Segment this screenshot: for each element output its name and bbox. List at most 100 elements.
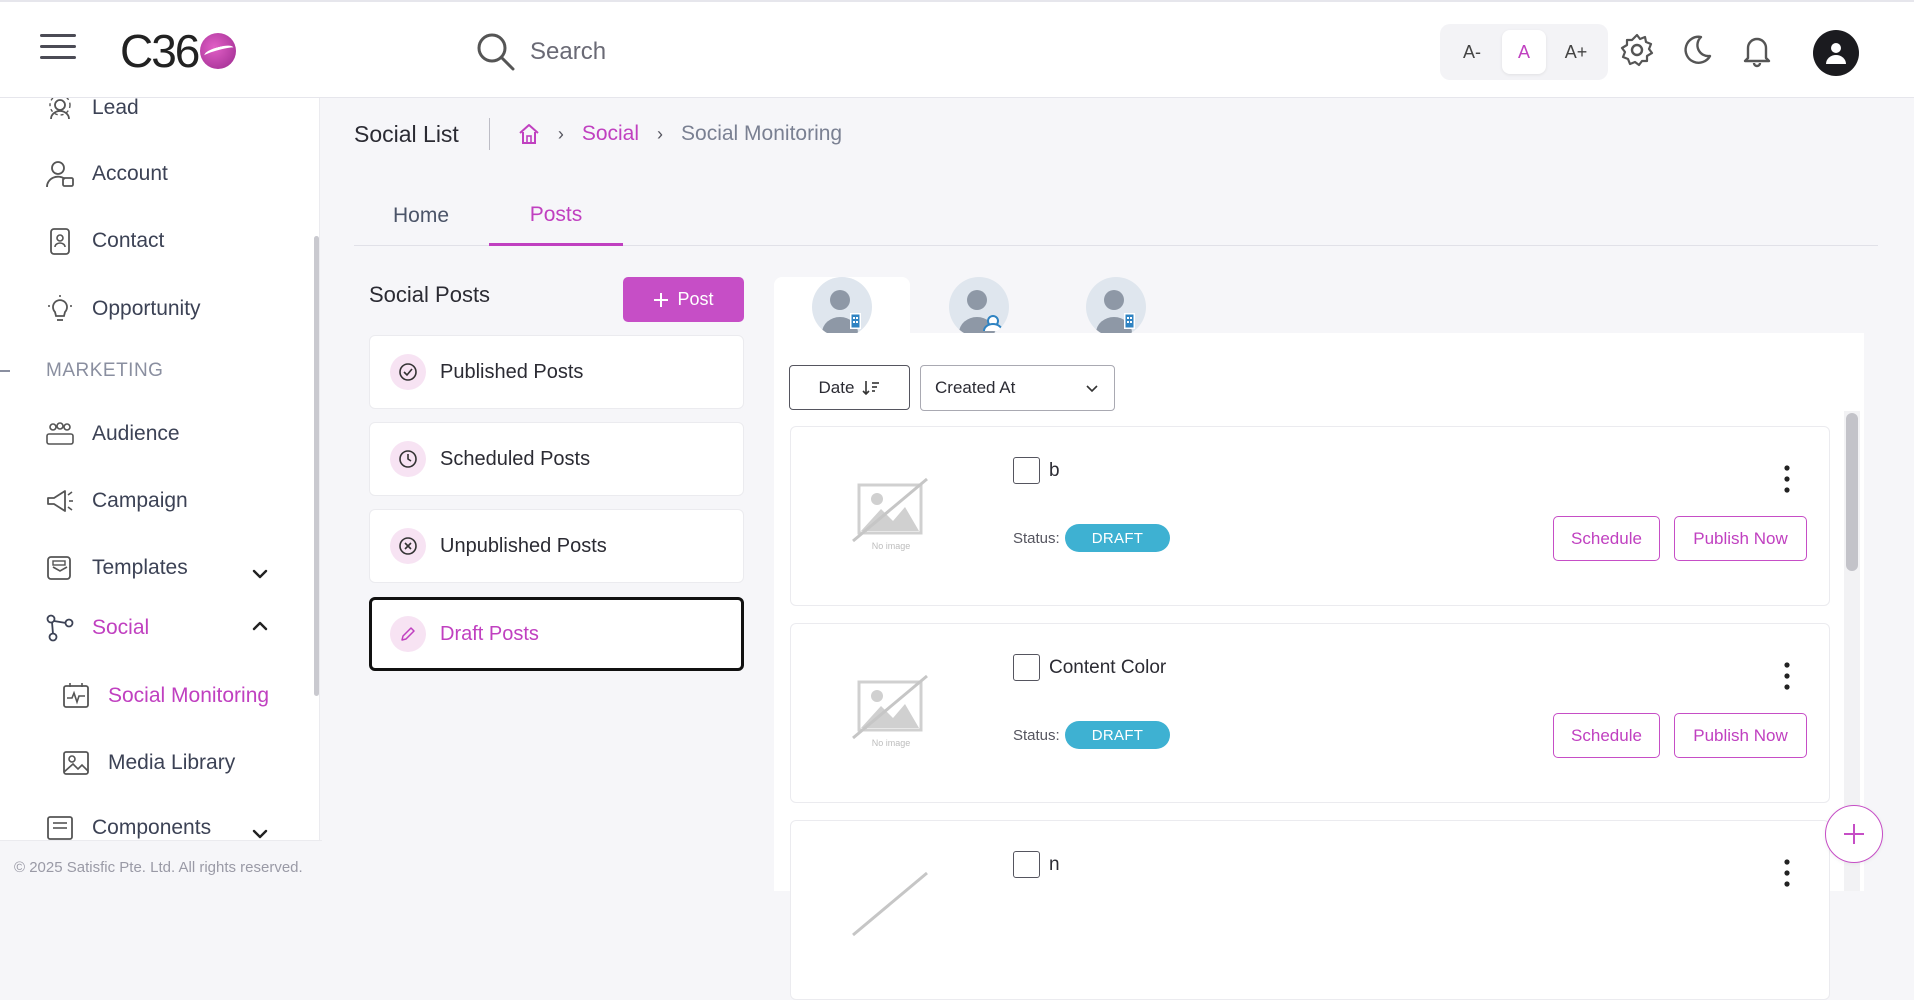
sort-desc-icon <box>862 380 880 395</box>
breadcrumb-current: Social Monitoring <box>681 122 843 145</box>
x-circle-icon <box>390 528 426 564</box>
sidebar-item-label: Lead <box>92 98 139 119</box>
sidebar-item-social[interactable]: Social <box>44 612 149 644</box>
chevron-up-icon[interactable] <box>250 616 270 636</box>
gear-icon[interactable] <box>1619 32 1655 68</box>
publish-now-button[interactable]: Publish Now <box>1674 516 1807 561</box>
sidebar-scrollbar[interactable] <box>314 236 319 696</box>
sidebar-item-label: Media Library <box>108 751 236 774</box>
category-label: Draft Posts <box>440 622 539 645</box>
breadcrumb-separator-icon: › <box>557 123 564 144</box>
plus-icon <box>1844 824 1864 844</box>
sidebar-item-label: Contact <box>92 229 165 252</box>
plus-icon <box>654 292 669 307</box>
status-badge: DRAFT <box>1065 524 1170 552</box>
category-published-posts[interactable]: Published Posts <box>369 335 744 409</box>
sidebar-item-audience[interactable]: Audience <box>44 418 180 450</box>
sidebar-item-contact[interactable]: Contact <box>44 225 164 257</box>
sidebar-item-label: Social <box>92 616 150 639</box>
sidebar-item-label: Components <box>92 816 212 839</box>
account-tab-3[interactable] <box>1048 277 1184 337</box>
post-title: Content Color <box>1049 657 1167 678</box>
chevron-down-icon[interactable] <box>250 564 270 584</box>
category-label: Unpublished Posts <box>440 534 607 557</box>
header-divider <box>488 118 490 150</box>
account-tab-2[interactable] <box>911 277 1047 337</box>
account-icon <box>44 158 76 190</box>
sidebar-item-lead[interactable]: Lead <box>44 98 139 124</box>
top-bar: C36 Search A- A A+ <box>0 0 1914 98</box>
search-input[interactable]: Search <box>530 38 606 66</box>
sort-date-button[interactable]: Date <box>789 365 910 410</box>
monitoring-icon <box>60 680 92 712</box>
font-default-button[interactable]: A <box>1502 30 1546 74</box>
social-posts-title: Social Posts <box>369 282 491 307</box>
publish-now-button[interactable]: Publish Now <box>1674 713 1807 758</box>
scrollbar-thumb[interactable] <box>1846 413 1858 571</box>
font-decrease-button[interactable]: A- <box>1450 30 1494 74</box>
category-scheduled-posts[interactable]: Scheduled Posts <box>369 422 744 496</box>
sort-field-select[interactable]: Created At <box>920 365 1115 411</box>
no-image-placeholder: No image <box>851 475 931 555</box>
add-post-button[interactable]: Post <box>623 277 744 322</box>
sort-field-value: Created At <box>935 378 1016 397</box>
personal-account-icon <box>949 277 1009 337</box>
post-card[interactable]: n <box>790 820 1830 1000</box>
sidebar-item-opportunity[interactable]: Opportunity <box>44 293 201 325</box>
post-title: n <box>1049 854 1060 875</box>
more-options-icon[interactable] <box>1781 857 1793 889</box>
logo-mark <box>200 33 237 69</box>
megaphone-icon <box>44 485 76 517</box>
sidebar-item-label: Audience <box>92 422 180 445</box>
section-divider <box>0 370 10 372</box>
moon-icon[interactable] <box>1679 32 1715 68</box>
post-card[interactable]: No image Content Color Status: DRAFT Sch… <box>790 623 1830 803</box>
more-options-icon[interactable] <box>1781 660 1793 692</box>
more-options-icon[interactable] <box>1781 463 1793 495</box>
tab-posts[interactable]: Posts <box>489 186 623 246</box>
lead-icon <box>44 98 76 124</box>
font-increase-button[interactable]: A+ <box>1554 30 1598 74</box>
sidebar-item-campaign[interactable]: Campaign <box>44 485 188 517</box>
breadcrumb-social[interactable]: Social <box>582 122 639 146</box>
font-size-control: A- A A+ <box>1440 24 1608 80</box>
section-caption-marketing: MARKETING <box>46 360 164 381</box>
page-title: Social List <box>354 120 459 147</box>
menu-icon[interactable] <box>40 34 76 64</box>
sidebar-item-templates[interactable]: Templates <box>44 552 188 584</box>
user-avatar[interactable] <box>1813 30 1859 76</box>
post-card[interactable]: No image b Status: DRAFT Schedule Publis… <box>790 426 1830 606</box>
breadcrumb-separator-icon: › <box>657 123 664 144</box>
schedule-button[interactable]: Schedule <box>1553 713 1660 758</box>
fab-add-button[interactable] <box>1825 805 1883 863</box>
company-account-icon <box>812 277 872 337</box>
category-draft-posts[interactable]: Draft Posts <box>369 597 744 671</box>
home-icon[interactable] <box>518 123 540 145</box>
post-checkbox[interactable] <box>1013 851 1040 878</box>
sidebar-item-account[interactable]: Account <box>44 158 168 190</box>
page-header: Social List › Social › Social Monitoring <box>354 118 842 150</box>
lightbulb-icon <box>44 293 76 325</box>
no-image-label: No image <box>872 738 911 748</box>
post-checkbox[interactable] <box>1013 457 1040 484</box>
category-label: Scheduled Posts <box>440 447 591 470</box>
logo[interactable]: C36 <box>120 24 237 78</box>
category-unpublished-posts[interactable]: Unpublished Posts <box>369 509 744 583</box>
no-image-placeholder <box>851 869 931 949</box>
image-icon <box>60 747 92 779</box>
clock-icon <box>390 441 426 477</box>
add-post-label: Post <box>677 289 714 309</box>
status-badge: DRAFT <box>1065 721 1170 749</box>
schedule-button[interactable]: Schedule <box>1553 516 1660 561</box>
bell-icon[interactable] <box>1739 32 1775 68</box>
tab-home[interactable]: Home <box>354 186 488 246</box>
sidebar-item-label: Social Monitoring <box>108 684 270 707</box>
account-tab-1[interactable] <box>774 277 910 337</box>
sidebar-item-label: Campaign <box>92 489 188 512</box>
sidebar-item-media-library[interactable]: Media Library <box>60 747 235 779</box>
search-bar[interactable]: Search <box>476 32 606 72</box>
chevron-down-icon <box>1086 385 1098 393</box>
pencil-icon <box>390 616 426 652</box>
sidebar-item-social-monitoring[interactable]: Social Monitoring <box>60 680 269 712</box>
post-checkbox[interactable] <box>1013 654 1040 681</box>
